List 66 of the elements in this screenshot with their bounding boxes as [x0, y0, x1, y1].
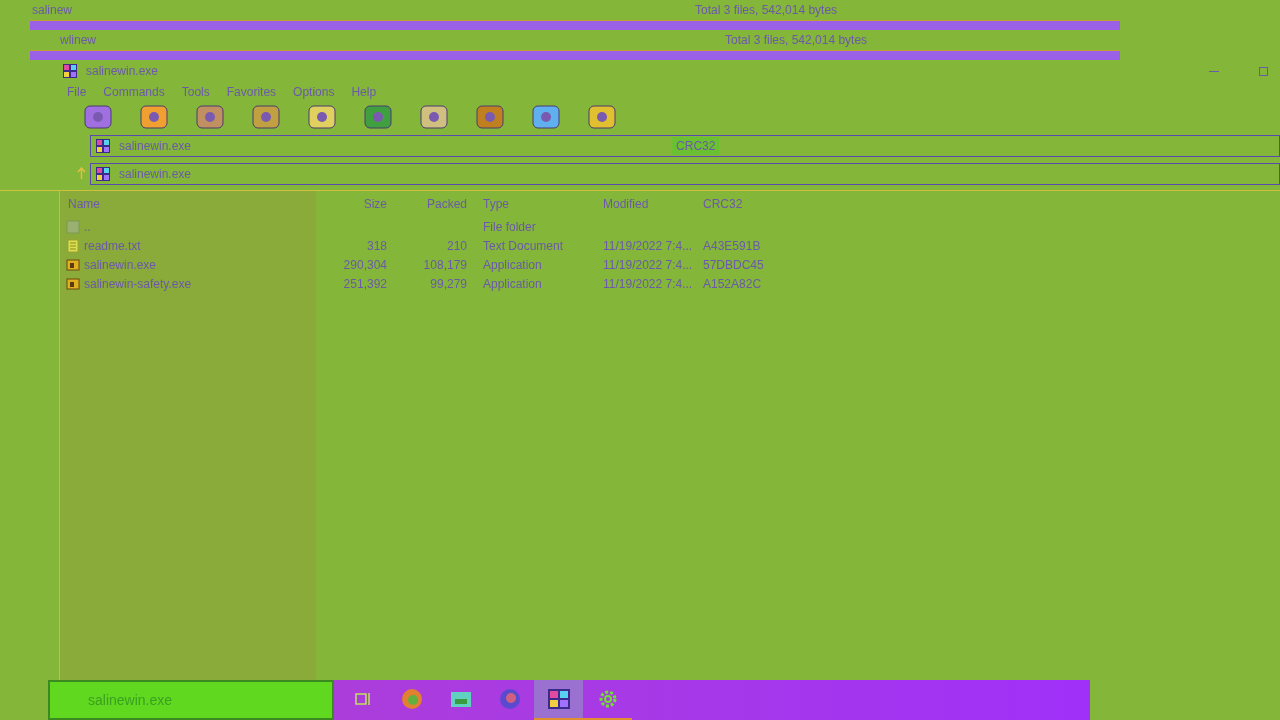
table-cell: 11/19/2022 7:4...	[603, 276, 693, 291]
table-cell: 57DBDC45	[703, 257, 764, 272]
table-cell: 11/19/2022 7:4...	[603, 238, 693, 253]
document-icon	[66, 238, 80, 253]
menu-item[interactable]: Tools	[181, 83, 210, 101]
column-header[interactable]: Name	[60, 195, 315, 213]
path-field[interactable]: salinewin.exe CRC32	[90, 135, 1280, 157]
menu-item[interactable]: Options	[293, 83, 335, 101]
toolbar-icon[interactable]	[250, 103, 282, 131]
menu-item[interactable]: Commands	[103, 83, 165, 101]
application-icon	[66, 276, 80, 291]
toolbar-icon[interactable]	[194, 103, 226, 131]
app-icon	[62, 63, 78, 79]
table-cell: 318	[366, 238, 387, 253]
table-cell: 108,179	[423, 257, 467, 272]
application-icon	[66, 257, 80, 272]
settings-icon	[597, 689, 618, 709]
taskbar-app[interactable]	[534, 680, 583, 720]
table-cell: 290,304	[343, 257, 387, 272]
search-field[interactable]: salinewin.exe	[48, 680, 334, 720]
archive-icon	[95, 138, 111, 154]
task-view-icon	[353, 690, 372, 708]
toolbar-icon[interactable]	[306, 103, 338, 131]
toolbar-icon[interactable]	[474, 103, 506, 131]
table-cell: Application	[483, 276, 542, 291]
toolbar-icon[interactable]	[586, 103, 618, 131]
menu-item[interactable]: Help	[351, 83, 377, 101]
file-name[interactable]: salinewin-safety.exe	[84, 274, 192, 293]
column-header[interactable]: Modified	[595, 195, 695, 213]
archive-icon	[95, 166, 111, 182]
minimize-button[interactable]	[1209, 70, 1219, 72]
archive-app-icon	[546, 688, 571, 710]
table-cell: Application	[483, 257, 542, 272]
window-title: salinewin.exe	[86, 63, 159, 80]
table-cell: 11/19/2022 7:4...	[603, 257, 693, 272]
restore-button[interactable]	[1259, 66, 1268, 76]
table-cell: A152A82C	[703, 276, 762, 291]
ghost-title: salinew	[32, 2, 74, 19]
file-name[interactable]: readme.txt	[84, 236, 141, 255]
status-text: Total 3 files, 542,014 bytes	[725, 32, 868, 49]
menu-item[interactable]: File	[67, 83, 87, 101]
table-cell: Text Document	[483, 238, 564, 253]
tooltip: CRC32	[672, 137, 720, 155]
table-cell: A43E591B	[703, 238, 761, 253]
toolbar-icon[interactable]	[82, 103, 114, 131]
toolbar-icon[interactable]	[530, 103, 562, 131]
menu-item[interactable]: Favorites	[226, 83, 277, 101]
toolbar-icon[interactable]	[362, 103, 394, 131]
file-name[interactable]: ..	[84, 217, 91, 236]
column-header[interactable]: Packed	[395, 195, 475, 213]
toolbar-icon[interactable]	[418, 103, 450, 131]
toolbar-icon[interactable]	[138, 103, 170, 131]
folder-icon	[449, 689, 472, 709]
folder-up-icon	[66, 219, 80, 234]
column-header[interactable]: Size	[315, 195, 395, 213]
table-cell: 210	[446, 238, 467, 253]
column-header[interactable]: Type	[475, 195, 595, 213]
table-cell: 99,279	[430, 276, 467, 291]
table-cell: File folder	[483, 219, 536, 234]
path-field[interactable]: salinewin.exe	[90, 163, 1280, 185]
status-text: Total 3 files, 542,014 bytes	[695, 2, 838, 19]
column-header[interactable]: CRC32	[695, 195, 765, 213]
table-cell: 251,392	[343, 276, 387, 291]
ghost-title: wlinew	[60, 32, 97, 49]
file-name[interactable]: salinewin.exe	[84, 255, 157, 274]
browser-icon	[400, 688, 423, 710]
